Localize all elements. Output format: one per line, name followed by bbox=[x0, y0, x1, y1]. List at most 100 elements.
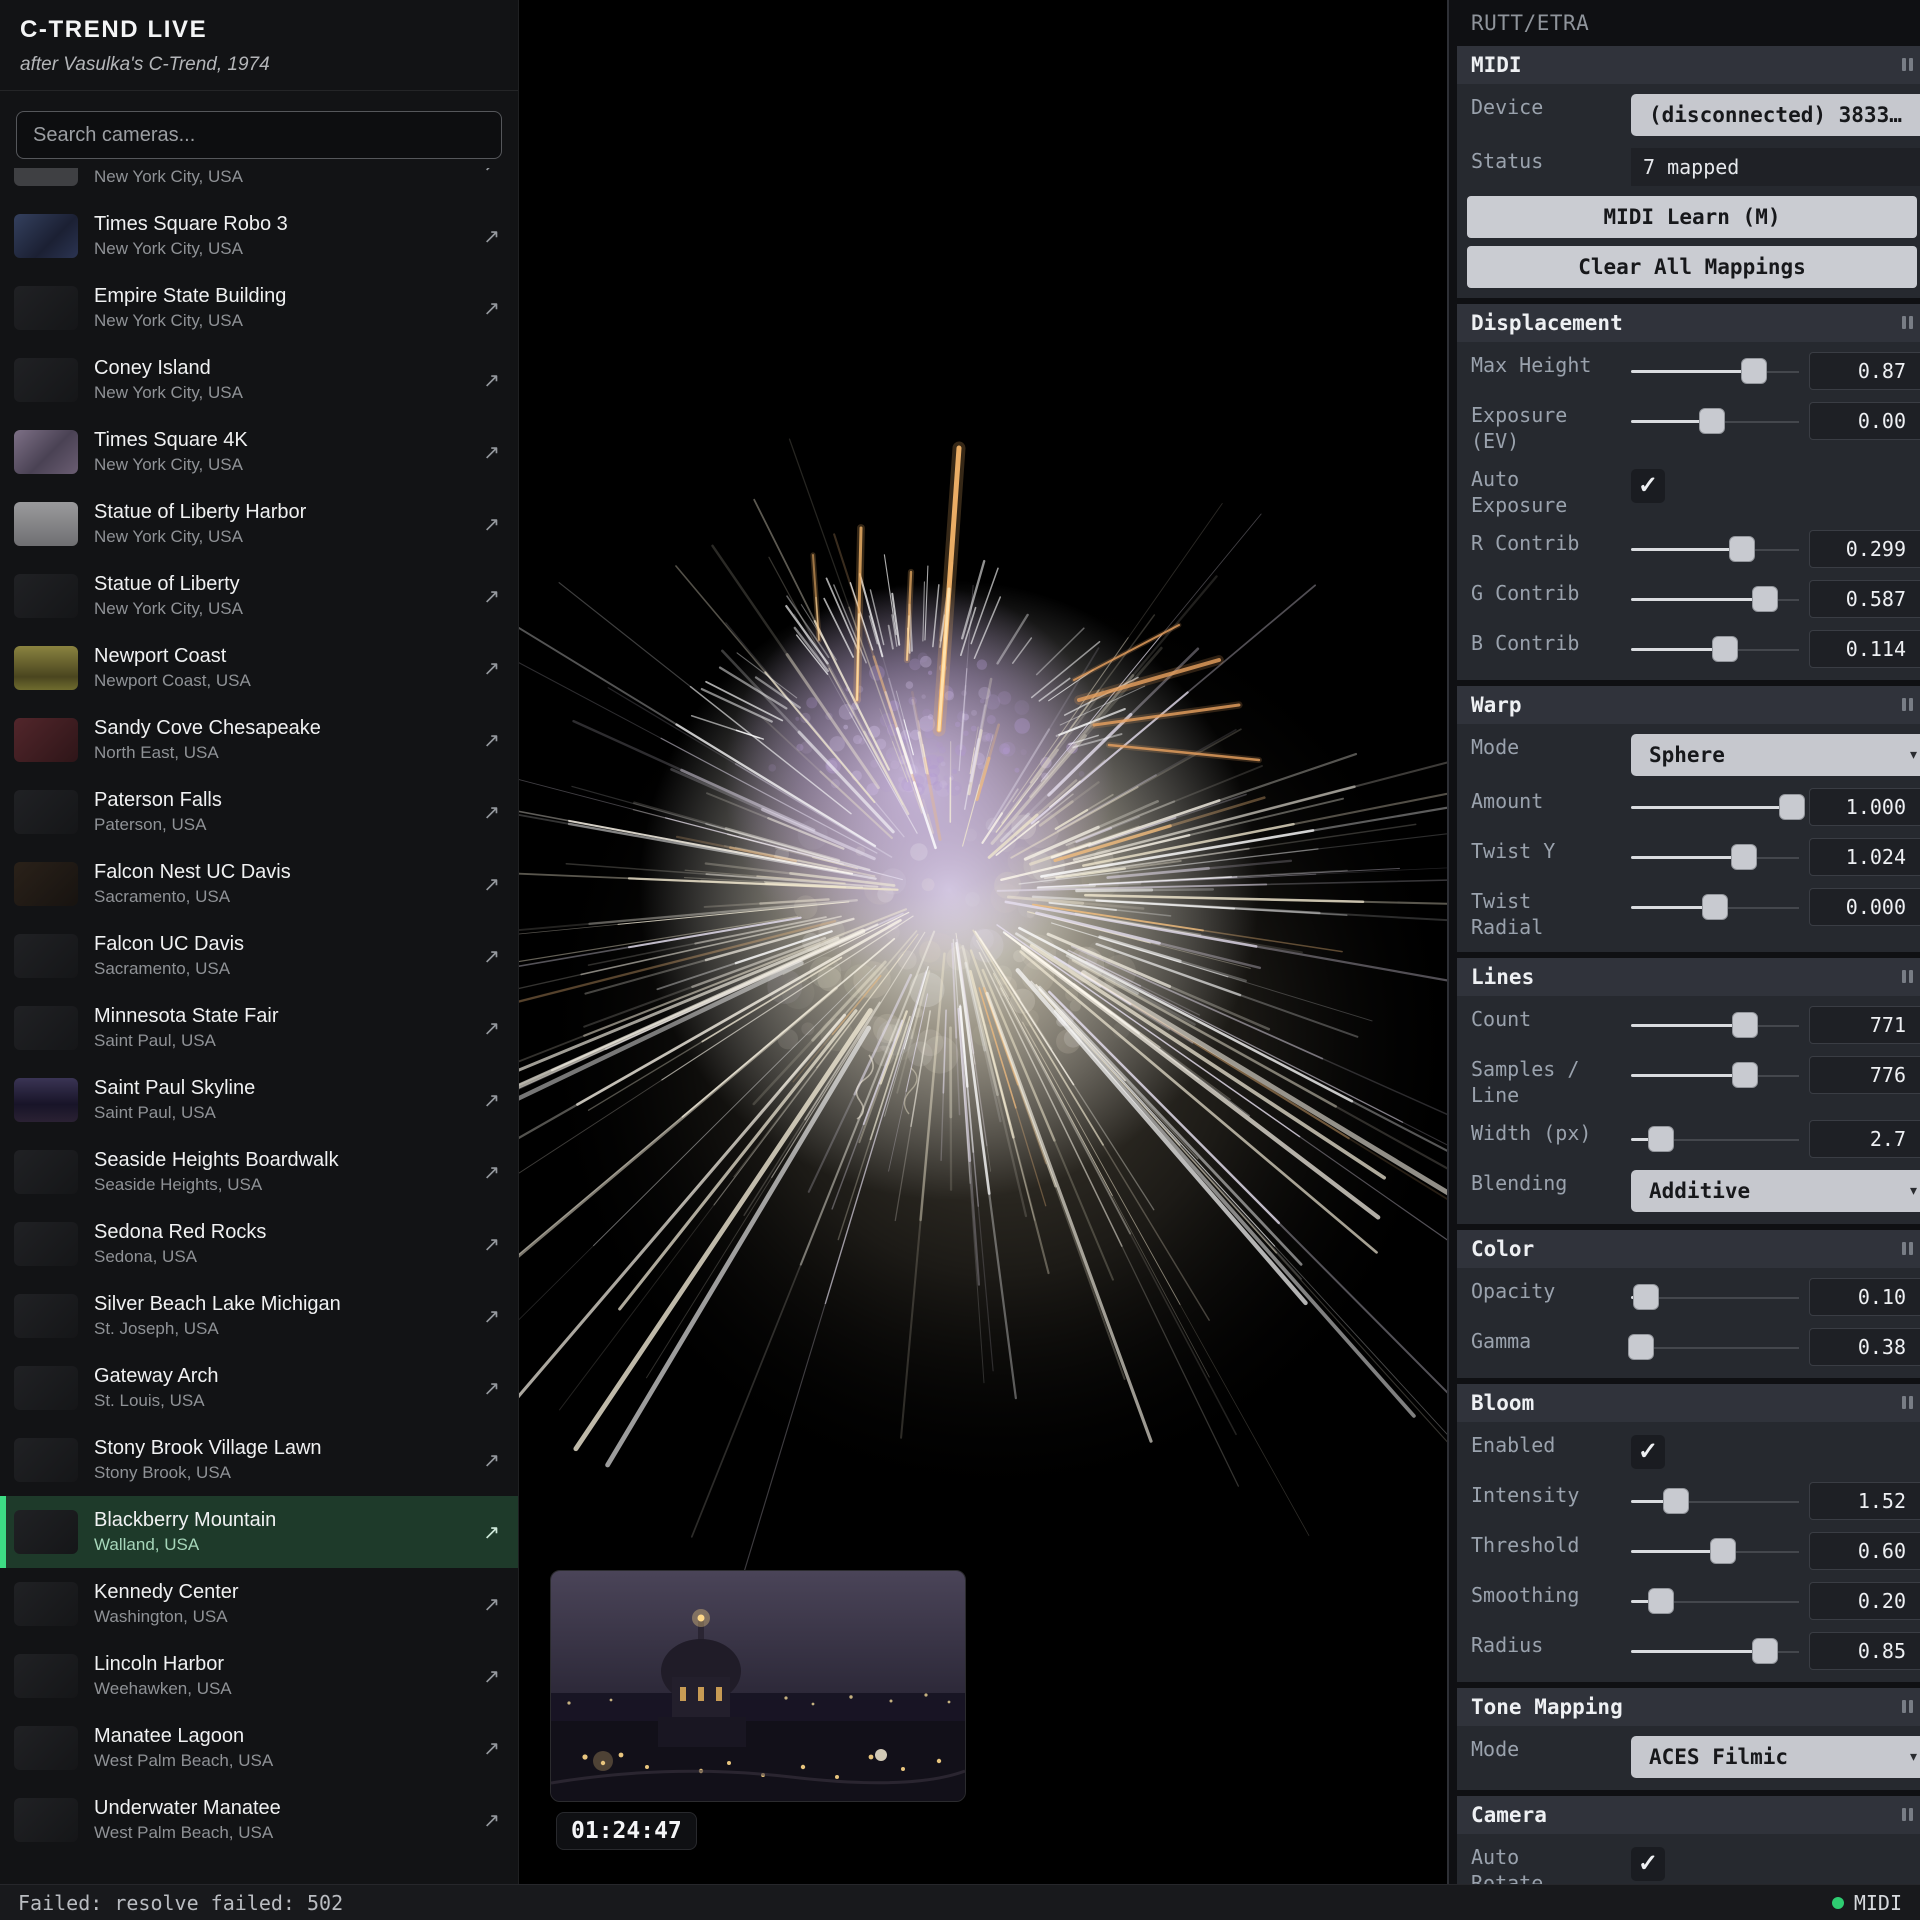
slider-thumb[interactable] bbox=[1648, 1588, 1674, 1614]
open-external-icon[interactable]: ↗ bbox=[483, 1664, 500, 1689]
open-external-icon[interactable]: ↗ bbox=[483, 728, 500, 753]
pause-icon[interactable] bbox=[1902, 1808, 1913, 1821]
slider-thumb[interactable] bbox=[1752, 586, 1778, 612]
camera-list-item[interactable]: Coney Island New York City, USA ↗ bbox=[0, 344, 518, 416]
slider-thumb[interactable] bbox=[1699, 408, 1725, 434]
open-external-icon[interactable]: ↗ bbox=[483, 656, 500, 681]
camera-list-item[interactable]: Statue of Liberty Harbor New York City, … bbox=[0, 488, 518, 560]
pause-icon[interactable] bbox=[1902, 58, 1913, 71]
value-box[interactable]: 0.87 bbox=[1809, 352, 1920, 390]
camera-list-item[interactable]: Kennedy Center Washington, USA ↗ bbox=[0, 1568, 518, 1640]
search-input[interactable] bbox=[16, 111, 502, 159]
slider-track[interactable] bbox=[1631, 794, 1799, 820]
value-box[interactable]: 0.60 bbox=[1809, 1532, 1920, 1570]
value-box[interactable]: 0.114 bbox=[1809, 630, 1920, 668]
open-external-icon[interactable]: ↗ bbox=[483, 1448, 500, 1473]
camera-list-item[interactable]: Silver Beach Lake Michigan St. Joseph, U… bbox=[0, 1280, 518, 1352]
open-external-icon[interactable]: ↗ bbox=[483, 1016, 500, 1041]
camera-list-item[interactable]: Stony Brook Village Lawn Stony Brook, US… bbox=[0, 1424, 518, 1496]
slider-thumb[interactable] bbox=[1702, 894, 1728, 920]
slider-track[interactable] bbox=[1631, 1588, 1799, 1614]
checkbox[interactable]: ✓ bbox=[1631, 469, 1665, 503]
camera-list-item[interactable]: Newport Coast Newport Coast, USA ↗ bbox=[0, 632, 518, 704]
slider-track[interactable] bbox=[1631, 408, 1799, 434]
camera-list-item[interactable]: Paterson Falls Paterson, USA ↗ bbox=[0, 776, 518, 848]
camera-list-item[interactable]: Sandy Cove Chesapeake North East, USA ↗ bbox=[0, 704, 518, 776]
panel-button[interactable]: Clear All Mappings bbox=[1467, 246, 1917, 288]
open-external-icon[interactable]: ↗ bbox=[483, 584, 500, 609]
slider-track[interactable] bbox=[1631, 894, 1799, 920]
open-external-icon[interactable]: ↗ bbox=[483, 1376, 500, 1401]
open-external-icon[interactable]: ↗ bbox=[483, 1592, 500, 1617]
value-box[interactable]: 0.000 bbox=[1809, 888, 1920, 926]
value-box[interactable]: 1.52 bbox=[1809, 1482, 1920, 1520]
camera-list-item[interactable]: Statue of Liberty New York City, USA ↗ bbox=[0, 560, 518, 632]
checkbox[interactable]: ✓ bbox=[1631, 1847, 1665, 1881]
dropdown[interactable]: Sphere ▾ bbox=[1631, 734, 1920, 776]
slider-thumb[interactable] bbox=[1648, 1126, 1674, 1152]
dropdown[interactable]: Additive ▾ bbox=[1631, 1170, 1920, 1212]
slider-track[interactable] bbox=[1631, 1538, 1799, 1564]
render-canvas[interactable]: 01:24:47 bbox=[519, 0, 1447, 1884]
camera-list-item[interactable]: Underwater Manatee West Palm Beach, USA … bbox=[0, 1784, 518, 1856]
camera-list-item[interactable]: Falcon UC Davis Sacramento, USA ↗ bbox=[0, 920, 518, 992]
slider-thumb[interactable] bbox=[1752, 1638, 1778, 1664]
slider-thumb[interactable] bbox=[1712, 636, 1738, 662]
open-external-icon[interactable]: ↗ bbox=[483, 512, 500, 537]
open-external-icon[interactable]: ↗ bbox=[483, 1808, 500, 1833]
slider-track[interactable] bbox=[1631, 1334, 1799, 1360]
pause-icon[interactable] bbox=[1902, 970, 1913, 983]
value-box[interactable]: 0.587 bbox=[1809, 580, 1920, 618]
value-box[interactable]: 771 bbox=[1809, 1006, 1920, 1044]
slider-track[interactable] bbox=[1631, 1284, 1799, 1310]
open-external-icon[interactable]: ↗ bbox=[483, 1736, 500, 1761]
slider-thumb[interactable] bbox=[1729, 536, 1755, 562]
camera-list-item[interactable]: Times Square Robo 3 New York City, USA ↗ bbox=[0, 200, 518, 272]
open-external-icon[interactable]: ↗ bbox=[483, 1304, 500, 1329]
slider-thumb[interactable] bbox=[1633, 1284, 1659, 1310]
open-external-icon[interactable]: ↗ bbox=[483, 1088, 500, 1113]
camera-list-item[interactable]: Minnesota State Fair Saint Paul, USA ↗ bbox=[0, 992, 518, 1064]
value-box[interactable]: 0.00 bbox=[1809, 402, 1920, 440]
camera-list-item[interactable]: Seaside Heights Boardwalk Seaside Height… bbox=[0, 1136, 518, 1208]
camera-list-item[interactable]: Empire State Building New York City, USA… bbox=[0, 272, 518, 344]
panel-button[interactable]: MIDI Learn (M) bbox=[1467, 196, 1917, 238]
pause-icon[interactable] bbox=[1902, 698, 1913, 711]
slider-thumb[interactable] bbox=[1731, 844, 1757, 870]
open-external-icon[interactable]: ↗ bbox=[483, 872, 500, 897]
dropdown[interactable]: ACES Filmic ▾ bbox=[1631, 1736, 1920, 1778]
value-box[interactable]: 1.000 bbox=[1809, 788, 1920, 826]
slider-track[interactable] bbox=[1631, 358, 1799, 384]
slider-track[interactable] bbox=[1631, 844, 1799, 870]
slider-thumb[interactable] bbox=[1732, 1012, 1758, 1038]
camera-list-item[interactable]: Falcon Nest UC Davis Sacramento, USA ↗ bbox=[0, 848, 518, 920]
slider-track[interactable] bbox=[1631, 1126, 1799, 1152]
open-external-icon[interactable]: ↗ bbox=[483, 1160, 500, 1185]
open-external-icon[interactable]: ↗ bbox=[483, 296, 500, 321]
pause-icon[interactable] bbox=[1902, 1396, 1913, 1409]
slider-thumb[interactable] bbox=[1732, 1062, 1758, 1088]
open-external-icon[interactable]: ↗ bbox=[483, 440, 500, 465]
camera-list-item[interactable]: Manatee Lagoon West Palm Beach, USA ↗ bbox=[0, 1712, 518, 1784]
camera-list-item[interactable]: Sedona Red Rocks Sedona, USA ↗ bbox=[0, 1208, 518, 1280]
slider-track[interactable] bbox=[1631, 536, 1799, 562]
value-box[interactable]: 0.20 bbox=[1809, 1582, 1920, 1620]
slider-track[interactable] bbox=[1631, 1012, 1799, 1038]
checkbox[interactable]: ✓ bbox=[1631, 1435, 1665, 1469]
open-external-icon[interactable]: ↗ bbox=[483, 224, 500, 249]
camera-list-item[interactable]: Times Square 4K New York City, USA ↗ bbox=[0, 416, 518, 488]
camera-list-item-partial[interactable]: New York City, USA ↗ bbox=[0, 168, 518, 200]
pause-icon[interactable] bbox=[1902, 1242, 1913, 1255]
camera-list-item[interactable]: Gateway Arch St. Louis, USA ↗ bbox=[0, 1352, 518, 1424]
slider-track[interactable] bbox=[1631, 586, 1799, 612]
value-box[interactable]: 0.85 bbox=[1809, 1632, 1920, 1670]
slider-track[interactable] bbox=[1631, 1062, 1799, 1088]
open-external-icon[interactable]: ↗ bbox=[483, 368, 500, 393]
camera-list-item[interactable]: Saint Paul Skyline Saint Paul, USA ↗ bbox=[0, 1064, 518, 1136]
pause-icon[interactable] bbox=[1902, 316, 1913, 329]
slider-thumb[interactable] bbox=[1710, 1538, 1736, 1564]
slider-thumb[interactable] bbox=[1779, 794, 1805, 820]
dropdown[interactable]: (disconnected) 3833… ▾ bbox=[1631, 94, 1920, 136]
open-external-icon[interactable]: ↗ bbox=[483, 1232, 500, 1257]
open-external-icon[interactable]: ↗ bbox=[483, 800, 500, 825]
